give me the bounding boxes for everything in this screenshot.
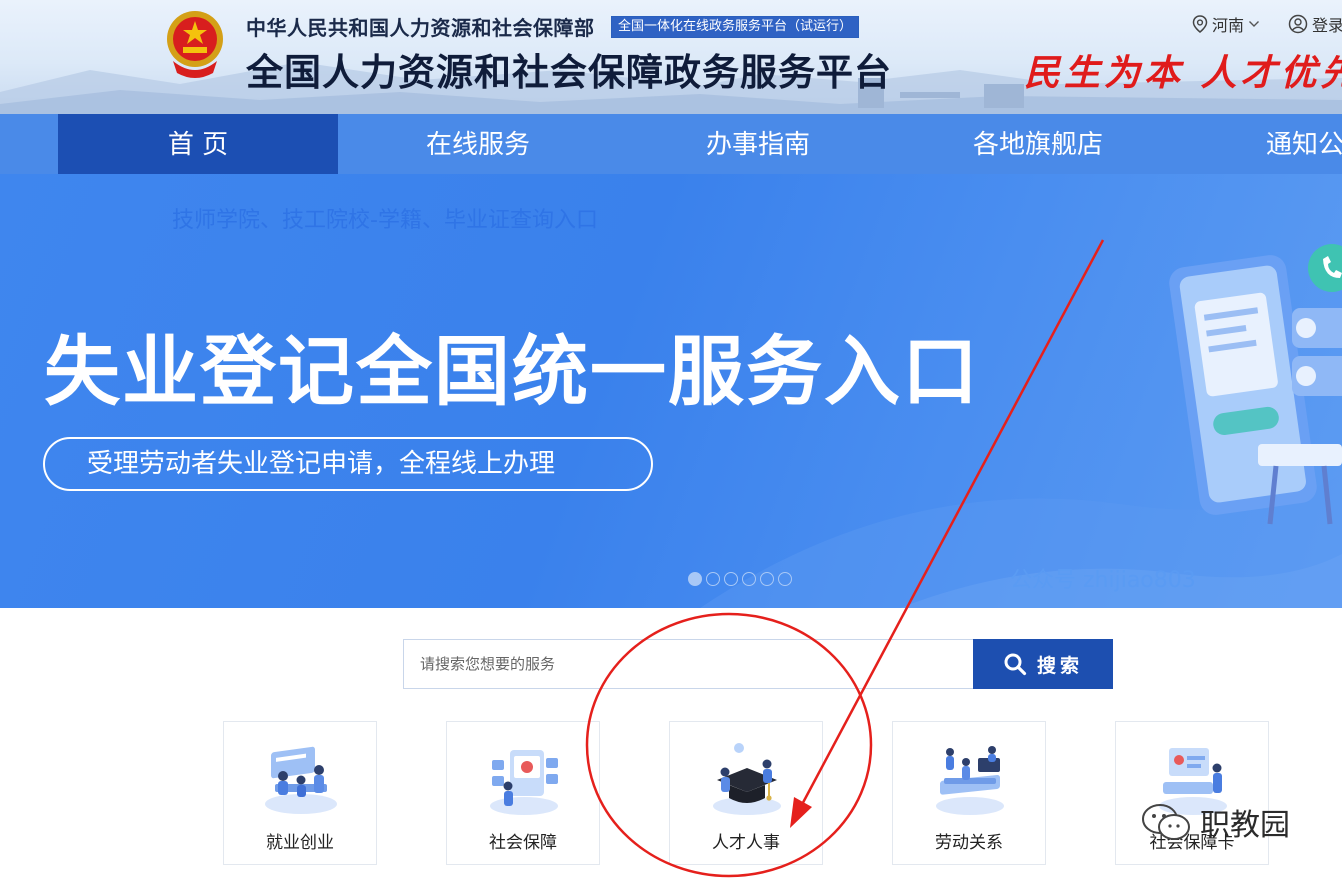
nav-item-local-stores[interactable]: 各地旗舰店 bbox=[898, 114, 1178, 174]
carousel-indicators bbox=[688, 572, 792, 586]
category-label: 社会保障 bbox=[489, 833, 557, 853]
wechat-icon bbox=[1142, 804, 1190, 840]
category-label: 就业创业 bbox=[266, 833, 334, 853]
slogan-calligraphy: 民生为本 人才优先 bbox=[1024, 52, 1342, 94]
category-label: 人才人事 bbox=[712, 833, 780, 853]
category-social-security[interactable]: 社会保障 bbox=[446, 721, 600, 865]
search-icon bbox=[1004, 653, 1027, 676]
nav-item-online-services[interactable]: 在线服务 bbox=[338, 114, 618, 174]
social-security-icon bbox=[490, 750, 558, 815]
phone-illustration bbox=[1169, 244, 1342, 525]
carousel-dot[interactable] bbox=[760, 572, 774, 586]
chevron-down-icon bbox=[1249, 21, 1260, 27]
category-labor-relations[interactable]: 劳动关系 bbox=[892, 721, 1046, 865]
watermark-text: 职教园 bbox=[1200, 808, 1290, 843]
region-label: 河南 bbox=[1212, 16, 1245, 35]
user-icon bbox=[1288, 14, 1308, 34]
carousel-dot[interactable] bbox=[742, 572, 756, 586]
search-button[interactable]: 搜索 bbox=[973, 639, 1113, 689]
banner-title: 失业登记全国统一服务入口 bbox=[44, 327, 980, 416]
ministry-name: 中华人民共和国人力资源和社会保障部 bbox=[246, 16, 595, 40]
site-header: 中华人民共和国人力资源和社会保障部 全国一体化在线政务服务平台（试运行） 全国人… bbox=[0, 0, 1342, 114]
banner-subtitle[interactable]: 受理劳动者失业登记申请，全程线上办理 bbox=[43, 437, 653, 491]
trial-run-badge: 全国一体化在线政务服务平台（试运行） bbox=[611, 16, 860, 38]
national-emblem-logo bbox=[167, 11, 223, 78]
location-pin-icon bbox=[1192, 15, 1208, 33]
carousel-dot[interactable] bbox=[778, 572, 792, 586]
wechat-watermark: 职教园 bbox=[1140, 800, 1290, 844]
carousel-dot[interactable] bbox=[724, 572, 738, 586]
employment-icon bbox=[265, 746, 337, 814]
region-selector[interactable]: 河南 bbox=[1192, 12, 1260, 36]
search-button-label: 搜索 bbox=[1036, 654, 1083, 677]
talent-personnel-icon bbox=[713, 743, 781, 815]
category-label: 劳动关系 bbox=[935, 833, 1003, 853]
carousel-dot[interactable] bbox=[688, 572, 702, 586]
login-label: 登录 bbox=[1312, 16, 1342, 35]
hero-banner[interactable]: 技师学院、技工院校-学籍、毕业证查询入口 失业登记全国统一服务入口 受理劳动者失… bbox=[0, 174, 1342, 608]
category-talent-personnel[interactable]: 人才人事 bbox=[669, 721, 823, 865]
carousel-dot[interactable] bbox=[706, 572, 720, 586]
main-nav: 首 页 在线服务 办事指南 各地旗舰店 通知公告 bbox=[0, 114, 1342, 174]
login-link[interactable]: 登录 bbox=[1288, 12, 1342, 36]
labor-relations-icon bbox=[936, 746, 1004, 815]
nav-item-guide[interactable]: 办事指南 bbox=[618, 114, 898, 174]
nav-item-notices[interactable]: 通知公告 bbox=[1178, 114, 1342, 174]
school-record-query-link[interactable]: 技师学院、技工院校-学籍、毕业证查询入口 bbox=[172, 202, 598, 234]
wechat-account-watermark: 公众号 zhijiao803 bbox=[1010, 568, 1196, 593]
nav-item-home[interactable]: 首 页 bbox=[58, 114, 338, 174]
search-input[interactable] bbox=[403, 639, 973, 689]
platform-title: 全国人力资源和社会保障政务服务平台 bbox=[246, 51, 892, 94]
category-employment[interactable]: 就业创业 bbox=[223, 721, 377, 865]
